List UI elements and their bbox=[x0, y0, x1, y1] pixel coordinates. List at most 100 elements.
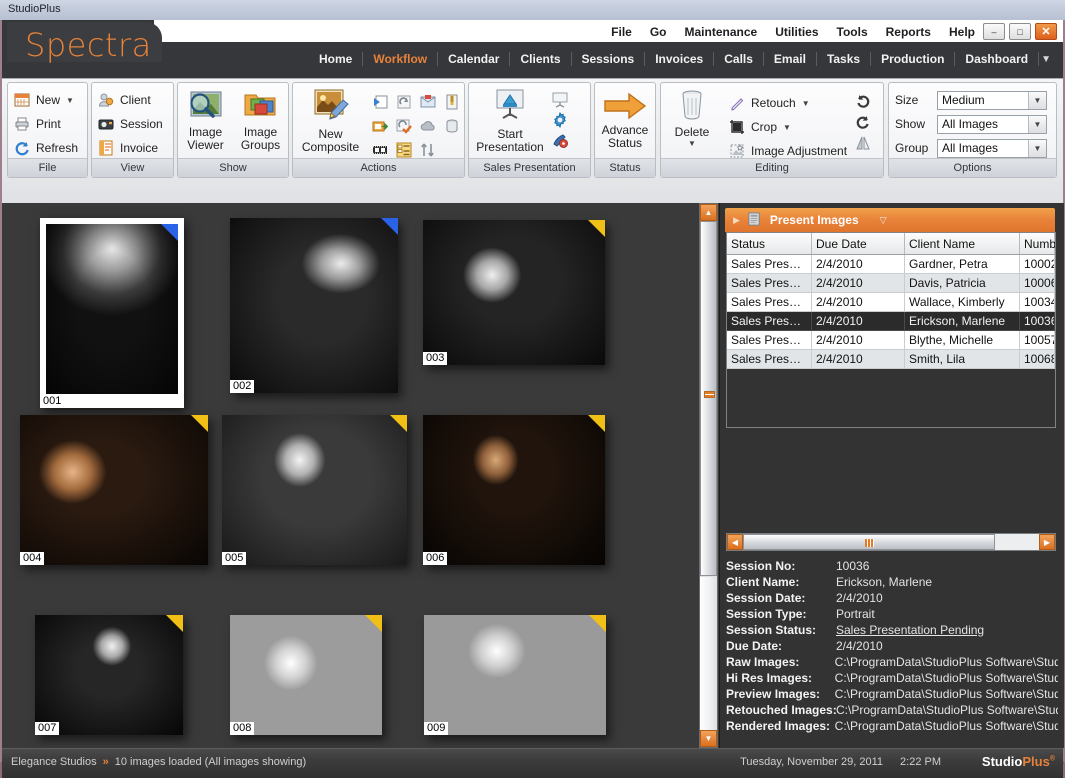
archive-image-icon[interactable] bbox=[444, 118, 460, 134]
chevron-down-icon[interactable]: ▼ bbox=[1028, 115, 1046, 133]
thumbnail-003-photo bbox=[423, 220, 605, 365]
chevron-down-icon[interactable]: ▼ bbox=[802, 99, 810, 108]
nav-tab-clients[interactable]: Clients bbox=[510, 52, 572, 66]
scroll-down-button[interactable]: ▼ bbox=[700, 730, 717, 747]
vignette bbox=[230, 218, 398, 393]
thumbnail-001[interactable]: 001 bbox=[40, 218, 184, 408]
detail-value-link[interactable]: Sales Presentation Pending bbox=[836, 623, 984, 637]
column-header-client-name[interactable]: Client Name bbox=[904, 233, 1020, 255]
ribbon-new-composite-button[interactable]: New Composite bbox=[293, 87, 368, 154]
menu-item-help[interactable]: Help bbox=[949, 25, 975, 39]
flip-icon[interactable] bbox=[855, 135, 871, 151]
share-image-icon[interactable] bbox=[372, 94, 388, 110]
chevron-down-icon[interactable]: ▼ bbox=[783, 123, 791, 132]
nav-tab-dashboard[interactable]: Dashboard bbox=[955, 52, 1040, 66]
column-header-status[interactable]: Status bbox=[727, 233, 812, 255]
ribbon-new-button[interactable]: New ▼ bbox=[8, 88, 87, 112]
table-row-selected[interactable]: Sales Pres… 2/4/2010 Erickson, Marlene 1… bbox=[727, 311, 1055, 331]
ribbon-advance-status-button[interactable]: Advance Status bbox=[595, 91, 655, 150]
ribbon-image-groups-button[interactable]: Image Groups bbox=[233, 89, 288, 152]
thumbnail-007[interactable]: 007 bbox=[35, 615, 183, 735]
table-row[interactable]: Sales Pres… 2/4/2010 Wallace, Kimberly 1… bbox=[727, 292, 1055, 312]
nav-tab-sessions[interactable]: Sessions bbox=[572, 52, 646, 66]
approve-image-icon[interactable] bbox=[396, 118, 412, 134]
nav-tab-home[interactable]: Home bbox=[309, 52, 364, 66]
horizontal-scroll-track[interactable] bbox=[743, 534, 1039, 550]
nav-tab-email[interactable]: Email bbox=[764, 52, 817, 66]
thumbnail-008[interactable]: 008 bbox=[230, 615, 382, 735]
checklist-icon[interactable] bbox=[396, 142, 412, 158]
nav-tab-workflow[interactable]: Workflow bbox=[363, 52, 439, 66]
chevron-down-icon[interactable]: ▼ bbox=[688, 139, 696, 148]
export-image-icon[interactable] bbox=[372, 118, 389, 134]
thumbnail-004[interactable]: 004 bbox=[20, 415, 208, 565]
nav-tab-calendar[interactable]: Calendar bbox=[438, 52, 511, 66]
maximize-button[interactable]: □ bbox=[1009, 23, 1031, 40]
present-images-header[interactable]: ▶ Present Images ▽ bbox=[725, 208, 1055, 232]
thumbnail-pane[interactable]: 001 002 003 004 005 006 007 008 009 bbox=[2, 203, 696, 748]
email-image-icon[interactable] bbox=[420, 94, 436, 110]
nav-tab-calls[interactable]: Calls bbox=[714, 52, 764, 66]
thumbnail-006[interactable]: 006 bbox=[423, 415, 605, 565]
table-row[interactable]: Sales Pres… 2/4/2010 Smith, Lila 10068 bbox=[727, 349, 1055, 369]
menu-item-tools[interactable]: Tools bbox=[837, 25, 868, 39]
scroll-up-button[interactable]: ▲ bbox=[700, 204, 717, 221]
rotate-left-icon[interactable] bbox=[855, 93, 871, 109]
record-presentation-icon[interactable] bbox=[551, 131, 569, 149]
chevron-down-icon[interactable]: ▼ bbox=[1028, 91, 1046, 109]
minimize-button[interactable]: – bbox=[983, 23, 1005, 40]
thumbnail-vertical-scrollbar[interactable]: ▲ ▼ bbox=[699, 203, 718, 748]
menu-item-go[interactable]: Go bbox=[650, 25, 667, 39]
ribbon-delete-button[interactable]: Delete ▼ bbox=[661, 87, 723, 148]
ribbon-crop-button[interactable]: Crop ▼ bbox=[723, 115, 847, 139]
table-row[interactable]: Sales Pres… 2/4/2010 Blythe, Michelle 10… bbox=[727, 330, 1055, 350]
group-select[interactable]: All Images ▼ bbox=[937, 138, 1047, 158]
scroll-right-button[interactable]: ▶ bbox=[1039, 534, 1055, 550]
grid-horizontal-scrollbar[interactable]: ◀ ▶ bbox=[726, 533, 1056, 551]
show-select[interactable]: All Images ▼ bbox=[937, 114, 1047, 134]
column-header-due-date[interactable]: Due Date bbox=[811, 233, 905, 255]
close-button[interactable]: ✕ bbox=[1035, 23, 1057, 40]
horizontal-scroll-thumb[interactable] bbox=[743, 534, 995, 550]
sort-icon[interactable] bbox=[420, 142, 436, 158]
zip-image-icon[interactable] bbox=[444, 94, 460, 110]
ribbon-invoice-button[interactable]: Invoice bbox=[92, 136, 173, 160]
presentation-screen-icon[interactable] bbox=[551, 91, 569, 109]
ribbon-print-button[interactable]: Print bbox=[8, 112, 87, 136]
cloud-image-icon[interactable] bbox=[420, 118, 436, 134]
menu-item-reports[interactable]: Reports bbox=[886, 25, 931, 39]
thumbnail-002[interactable]: 002 bbox=[230, 218, 398, 393]
vertical-scroll-track[interactable] bbox=[700, 577, 717, 732]
ribbon-start-presentation-button[interactable]: Start Presentation bbox=[469, 87, 551, 154]
chevron-down-icon[interactable]: ▼ bbox=[1028, 139, 1046, 157]
chevron-down-icon[interactable]: ▼ bbox=[66, 96, 74, 105]
ribbon-client-button[interactable]: Client bbox=[92, 88, 173, 112]
thumbnail-003[interactable]: 003 bbox=[423, 220, 605, 365]
rotate-right-icon[interactable] bbox=[855, 114, 871, 130]
table-row[interactable]: Sales Pres… 2/4/2010 Gardner, Petra 1000… bbox=[727, 254, 1055, 274]
size-select[interactable]: Medium ▼ bbox=[937, 90, 1047, 110]
ribbon-image-viewer-button[interactable]: Image Viewer bbox=[178, 89, 233, 152]
nav-tab-invoices[interactable]: Invoices bbox=[645, 52, 715, 66]
menu-item-file[interactable]: File bbox=[611, 25, 632, 39]
expand-icon[interactable]: ▶ bbox=[733, 215, 740, 226]
table-row[interactable]: Sales Pres… 2/4/2010 Davis, Patricia 100… bbox=[727, 273, 1055, 293]
thumbnail-005[interactable]: 005 bbox=[222, 415, 407, 565]
present-images-grid[interactable]: Status Due Date Client Name Number Sales… bbox=[726, 232, 1056, 428]
chevron-down-icon[interactable]: ▼ bbox=[1039, 54, 1057, 65]
menu-item-utilities[interactable]: Utilities bbox=[775, 25, 818, 39]
thumbnail-009[interactable]: 009 bbox=[424, 615, 606, 735]
column-header-number[interactable]: Number bbox=[1019, 233, 1055, 255]
gear-icon[interactable] bbox=[551, 111, 569, 129]
nav-tab-tasks[interactable]: Tasks bbox=[817, 52, 872, 66]
ribbon-session-button[interactable]: Session bbox=[92, 112, 173, 136]
scroll-left-button[interactable]: ◀ bbox=[727, 534, 743, 550]
upload-image-icon[interactable] bbox=[396, 94, 412, 110]
filmstrip-icon[interactable] bbox=[372, 142, 388, 158]
ribbon-retouch-button[interactable]: Retouch ▼ bbox=[723, 91, 847, 115]
nav-tab-production[interactable]: Production bbox=[871, 52, 956, 66]
menu-item-maintenance[interactable]: Maintenance bbox=[685, 25, 758, 39]
vertical-scroll-thumb[interactable] bbox=[700, 221, 717, 576]
chevron-down-icon[interactable]: ▽ bbox=[880, 215, 887, 226]
ribbon-refresh-button[interactable]: Refresh bbox=[8, 136, 87, 160]
